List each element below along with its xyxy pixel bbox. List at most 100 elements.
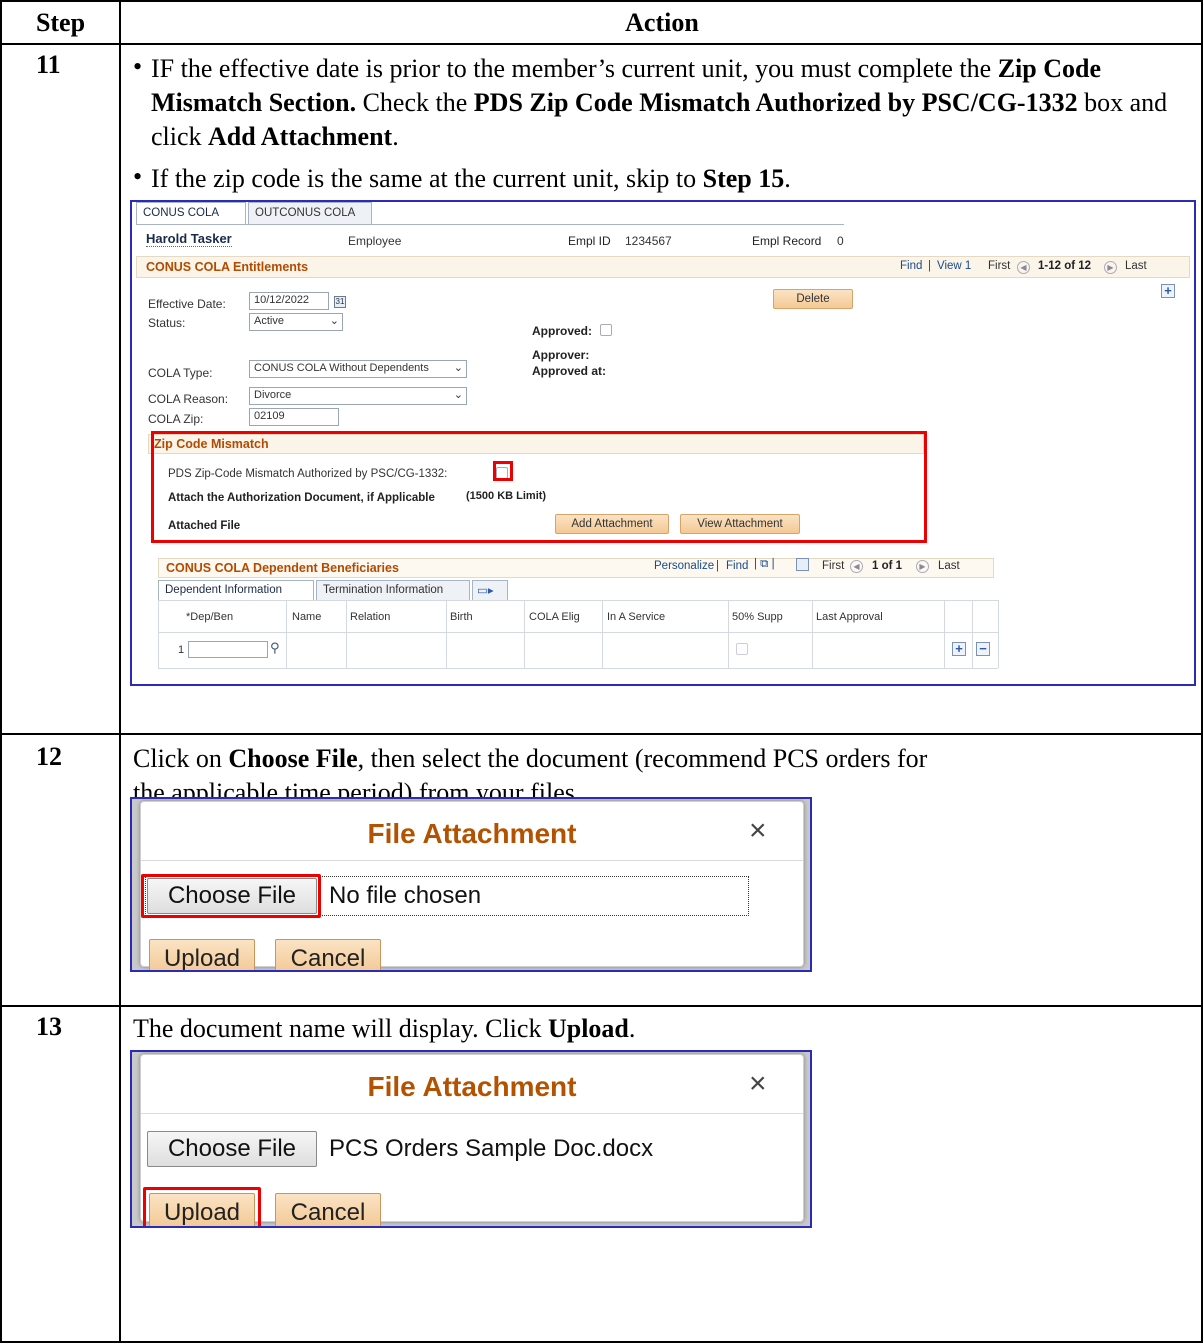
file-attachment-screenshot-2: File Attachment × Choose File PCS Orders… bbox=[130, 1050, 812, 1228]
upload-button[interactable]: Upload bbox=[149, 939, 255, 970]
row-divider bbox=[2, 733, 1203, 735]
cola-type-value: CONUS COLA Without Dependents bbox=[254, 362, 429, 374]
header-action: Action bbox=[625, 8, 699, 37]
cola-type-select[interactable]: CONUS COLA Without Dependents ⌄ bbox=[249, 360, 467, 378]
close-icon[interactable]: × bbox=[749, 1067, 767, 1101]
zoom-icon[interactable]: | ⧉ | bbox=[754, 558, 775, 571]
status-value: Active bbox=[254, 315, 284, 327]
status-select[interactable]: Active ⌄ bbox=[249, 313, 343, 331]
approved-label: Approved: bbox=[532, 324, 592, 338]
prev-icon[interactable]: ◀ bbox=[1017, 260, 1030, 275]
text-run-bold: Upload bbox=[547, 1014, 629, 1043]
grid-line bbox=[602, 600, 603, 668]
text-run: . bbox=[784, 164, 791, 193]
cola-reason-select[interactable]: Divorce ⌄ bbox=[249, 387, 467, 405]
column-cola-elig: COLA Elig bbox=[529, 611, 580, 623]
column-last-approval: Last Approval bbox=[816, 611, 883, 623]
personalize-link[interactable]: Personalize bbox=[654, 560, 714, 572]
column-divider bbox=[119, 2, 121, 1343]
column-50-supp: 50% Supp bbox=[732, 611, 783, 623]
bullet-icon: • bbox=[133, 162, 143, 191]
view-all-link[interactable]: View 1 bbox=[937, 260, 971, 272]
tab-conus-cola[interactable]: CONUS COLA bbox=[136, 202, 246, 224]
close-icon[interactable]: × bbox=[749, 814, 767, 848]
grid-line bbox=[972, 600, 973, 668]
nav-first[interactable]: First bbox=[988, 260, 1010, 272]
effective-date-field[interactable]: 10/12/2022 bbox=[249, 292, 329, 310]
empl-id-value: 1234567 bbox=[625, 234, 672, 248]
add-row-icon[interactable]: + bbox=[1161, 284, 1175, 298]
dialog-title: File Attachment bbox=[367, 1071, 577, 1102]
step-number: 12 bbox=[36, 742, 62, 771]
header-divider bbox=[2, 43, 1203, 45]
cola-reason-value: Divorce bbox=[254, 389, 292, 401]
text-run: Check the bbox=[356, 88, 474, 117]
column-relation: Relation bbox=[350, 611, 391, 623]
file-name-text: PCS Orders Sample Doc.docx bbox=[329, 1135, 654, 1162]
file-name-text: No file chosen bbox=[329, 882, 482, 909]
prev-icon[interactable]: ◀ bbox=[850, 559, 863, 574]
grid-line bbox=[944, 600, 945, 668]
cola-type-label: COLA Type: bbox=[148, 366, 213, 380]
row-number: 1 bbox=[178, 644, 185, 656]
checkbox-highlight bbox=[493, 461, 513, 481]
delete-button[interactable]: Delete bbox=[773, 289, 853, 309]
grid-line bbox=[158, 632, 998, 633]
empl-record-value: 0 bbox=[837, 234, 844, 248]
next-icon[interactable]: ▶ bbox=[1104, 260, 1117, 275]
add-row-icon[interactable]: + bbox=[952, 642, 966, 656]
cancel-button[interactable]: Cancel bbox=[275, 939, 381, 970]
find-link[interactable]: Find bbox=[900, 260, 922, 272]
zip-mismatch-highlight bbox=[151, 431, 927, 543]
conus-cola-screenshot: CONUS COLA OUTCONUS COLA Harold Tasker E… bbox=[130, 200, 1196, 686]
step11-bullet1: IF the effective date is prior to the me… bbox=[151, 52, 1191, 154]
grid-line bbox=[524, 600, 525, 668]
text-run: . bbox=[628, 1014, 636, 1043]
tab-dependent-information[interactable]: Dependent Information bbox=[158, 580, 314, 600]
empl-record-label: Empl Record bbox=[752, 234, 822, 248]
step11-bullet2: If the zip code is the same at the curre… bbox=[151, 162, 1191, 196]
supp-checkbox bbox=[736, 643, 748, 655]
nav-last[interactable]: Last bbox=[1125, 260, 1147, 272]
calendar-icon[interactable]: 31 bbox=[334, 296, 346, 308]
approver-label: Approver: bbox=[532, 348, 590, 362]
file-attachment-screenshot-1: File Attachment × Choose File No file ch… bbox=[130, 797, 812, 972]
dep-ben-field[interactable] bbox=[188, 641, 268, 658]
dialog-divider bbox=[141, 860, 803, 861]
header-step: Step bbox=[35, 8, 86, 37]
cola-zip-label: COLA Zip: bbox=[148, 412, 204, 426]
dep-nav-last[interactable]: Last bbox=[938, 560, 960, 572]
dep-find-link[interactable]: Find bbox=[726, 560, 748, 572]
next-icon[interactable]: ▶ bbox=[916, 559, 929, 574]
cancel-button[interactable]: Cancel bbox=[275, 1193, 381, 1226]
tab-termination-information[interactable]: Termination Information bbox=[316, 580, 470, 600]
download-icon[interactable] bbox=[796, 558, 809, 571]
effective-date-label: Effective Date: bbox=[148, 297, 226, 311]
grid-line bbox=[158, 600, 159, 668]
cola-zip-field[interactable]: 02109 bbox=[249, 408, 339, 426]
text-run: If the zip code is the same at the curre… bbox=[151, 164, 703, 193]
tab-outconus-cola[interactable]: OUTCONUS COLA bbox=[248, 202, 372, 224]
step-number: 11 bbox=[36, 50, 61, 79]
delete-row-icon[interactable]: − bbox=[976, 642, 990, 656]
text-run-bold: Step 15 bbox=[702, 164, 785, 193]
nav-separator: | bbox=[928, 260, 931, 272]
dialog-title: File Attachment bbox=[367, 818, 577, 849]
cola-reason-label: COLA Reason: bbox=[148, 392, 229, 406]
chevron-down-icon: ⌄ bbox=[329, 315, 339, 327]
column-name: Name bbox=[292, 611, 322, 623]
text-run: The document name will display. Click bbox=[133, 1014, 548, 1043]
show-all-columns-icon[interactable]: ▭▸ bbox=[472, 580, 508, 600]
dependents-title: CONUS COLA Dependent Beneficiaries bbox=[166, 561, 399, 575]
file-attachment-dialog: File Attachment × Choose File PCS Orders… bbox=[140, 1054, 804, 1226]
step13-text: The document name will display. Click Up… bbox=[133, 1012, 933, 1046]
dep-nav-first[interactable]: First bbox=[822, 560, 844, 572]
choose-file-button[interactable]: Choose File bbox=[147, 1131, 317, 1167]
employee-label: Employee bbox=[348, 234, 402, 248]
status-label: Status: bbox=[148, 316, 186, 330]
grid-line bbox=[728, 600, 729, 668]
chevron-down-icon: ⌄ bbox=[453, 389, 463, 401]
text-run: Click on bbox=[133, 744, 229, 773]
search-icon[interactable]: ⚲ bbox=[270, 640, 280, 656]
text-run: IF the effective date is prior to the me… bbox=[151, 54, 998, 83]
